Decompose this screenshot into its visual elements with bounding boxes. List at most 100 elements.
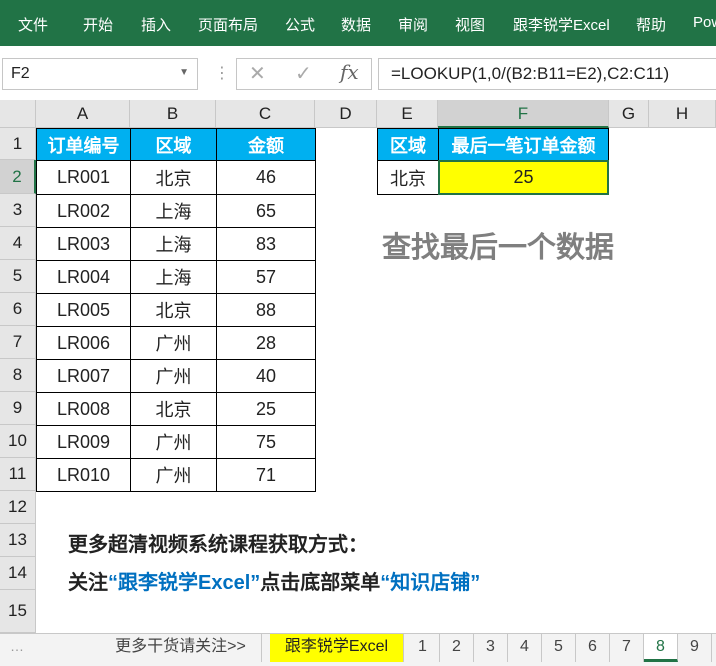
row-header-14[interactable]: 14	[0, 557, 36, 590]
table-header-region[interactable]: 区域	[130, 128, 217, 161]
table-cell[interactable]: 广州	[130, 425, 217, 459]
table-cell[interactable]: 北京	[130, 160, 217, 195]
column-header-h[interactable]: H	[649, 100, 716, 128]
table-cell[interactable]: LR005	[36, 293, 131, 327]
table-cell[interactable]: 北京	[130, 293, 217, 327]
row-header-5[interactable]: 5	[0, 260, 36, 293]
row-header-9[interactable]: 9	[0, 392, 36, 425]
table-cell[interactable]: LR009	[36, 425, 131, 459]
ribbon-tab-view[interactable]: 视图	[455, 14, 485, 35]
lookup-result-cell[interactable]: 25	[438, 160, 609, 195]
sheet-tab-8[interactable]: 8	[644, 634, 678, 662]
table-cell[interactable]: 88	[216, 293, 316, 327]
sheet-tab-4[interactable]: 4	[508, 634, 542, 662]
column-header-b[interactable]: B	[130, 100, 216, 128]
ribbon-tab-power[interactable]: Pow	[693, 14, 716, 31]
row-header-13[interactable]: 13	[0, 524, 36, 557]
table-header-amount[interactable]: 金额	[216, 128, 316, 161]
ribbon-tab-file[interactable]: 文件	[18, 14, 48, 35]
ribbon-tab-bar: 文件 开始 插入 页面布局 公式 数据 审阅 视图 跟李锐学Excel 帮助 P…	[0, 0, 716, 46]
sheet-tab-1[interactable]: 1	[406, 634, 440, 662]
sheet-tab-brand[interactable]: 跟李锐学Excel	[270, 634, 404, 662]
promo-line-1: 更多超清视频系统课程获取方式：	[68, 534, 368, 556]
column-header-e[interactable]: E	[377, 100, 438, 128]
row-header-7[interactable]: 7	[0, 326, 36, 359]
ribbon-tab-help[interactable]: 帮助	[636, 14, 666, 35]
ribbon-tab-brand[interactable]: 跟李锐学Excel	[513, 14, 610, 35]
table-cell[interactable]: 28	[216, 326, 316, 360]
table-cell[interactable]: 71	[216, 458, 316, 492]
table-cell[interactable]: 广州	[130, 326, 217, 360]
lookup-header-region[interactable]: 区域	[377, 128, 439, 161]
table-cell[interactable]: 65	[216, 194, 316, 228]
ribbon-tab-insert[interactable]: 插入	[141, 14, 171, 35]
select-all-corner[interactable]	[0, 100, 36, 128]
lookup-header-result[interactable]: 最后一笔订单金额	[438, 128, 609, 161]
row-header-15[interactable]: 15	[0, 590, 36, 633]
column-header-a[interactable]: A	[36, 100, 130, 128]
table-cell[interactable]: LR008	[36, 392, 131, 426]
table-cell[interactable]: 25	[216, 392, 316, 426]
table-cell[interactable]: 上海	[130, 260, 217, 294]
table-cell[interactable]: 北京	[130, 392, 217, 426]
ribbon-tab-data[interactable]: 数据	[341, 14, 371, 35]
table-cell[interactable]: 40	[216, 359, 316, 393]
table-cell[interactable]: 83	[216, 227, 316, 261]
table-cell[interactable]: LR006	[36, 326, 131, 360]
column-header-f[interactable]: F	[438, 100, 609, 128]
table-cell[interactable]: 广州	[130, 359, 217, 393]
sheet-tab-7[interactable]: 7	[610, 634, 644, 662]
ribbon-tab-formulas[interactable]: 公式	[285, 14, 315, 35]
table-cell[interactable]: 上海	[130, 227, 217, 261]
formula-input[interactable]: =LOOKUP(1,0/(B2:B11=E2),C2:C11)	[378, 58, 716, 90]
row-header-3[interactable]: 3	[0, 194, 36, 227]
ellipsis-icon[interactable]: …	[10, 638, 24, 654]
row-header-1[interactable]: 1	[0, 128, 36, 160]
drag-handle-icon[interactable]: ⋮	[214, 63, 230, 83]
table-cell[interactable]: 46	[216, 160, 316, 195]
promo-follow: 关注	[68, 572, 108, 594]
sheet-tab-bar: … 更多干货请关注>> 跟李锐学Excel 1 2 3 4 5 6 7 8 9	[0, 633, 716, 666]
sheet-tab-9[interactable]: 9	[678, 634, 712, 662]
table-cell[interactable]: 上海	[130, 194, 217, 228]
table-cell[interactable]: LR002	[36, 194, 131, 228]
promo-shop: “知识店铺”	[380, 572, 481, 594]
ribbon-tab-page-layout[interactable]: 页面布局	[198, 14, 258, 35]
sheet-tab-more[interactable]: 更多干货请关注>>	[100, 634, 262, 662]
column-header-g[interactable]: G	[609, 100, 649, 128]
table-cell[interactable]: 57	[216, 260, 316, 294]
table-cell[interactable]: 广州	[130, 458, 217, 492]
insert-function-icon[interactable]: fx	[340, 60, 359, 84]
sheet-tab-2[interactable]: 2	[440, 634, 474, 662]
row-header-2[interactable]: 2	[0, 160, 36, 194]
table-header-order-id[interactable]: 订单编号	[36, 128, 131, 161]
lookup-region-cell[interactable]: 北京	[377, 160, 439, 195]
row-header-12[interactable]: 12	[0, 491, 36, 524]
column-header-c[interactable]: C	[216, 100, 315, 128]
promo-brand: “跟李锐学Excel”	[108, 572, 261, 594]
table-cell[interactable]: LR007	[36, 359, 131, 393]
row-header-6[interactable]: 6	[0, 293, 36, 326]
table-cell[interactable]: LR001	[36, 160, 131, 195]
table-cell[interactable]: LR003	[36, 227, 131, 261]
name-box-value: F2	[11, 65, 30, 82]
row-header-10[interactable]: 10	[0, 425, 36, 458]
row-header-8[interactable]: 8	[0, 359, 36, 392]
formula-text: =LOOKUP(1,0/(B2:B11=E2),C2:C11)	[391, 64, 670, 83]
name-box[interactable]: F2 ▼	[2, 58, 198, 90]
check-icon[interactable]: ✓	[295, 61, 312, 86]
table-cell[interactable]: LR010	[36, 458, 131, 492]
column-header-d[interactable]: D	[315, 100, 377, 128]
table-cell[interactable]: LR004	[36, 260, 131, 294]
ribbon-tab-review[interactable]: 审阅	[398, 14, 428, 35]
row-header-11[interactable]: 11	[0, 458, 36, 491]
sheet-tab-5[interactable]: 5	[542, 634, 576, 662]
row-header-4[interactable]: 4	[0, 227, 36, 260]
table-cell[interactable]: 75	[216, 425, 316, 459]
sheet-title: 查找最后一个数据	[382, 232, 615, 264]
chevron-down-icon[interactable]: ▼	[179, 67, 189, 78]
cancel-icon[interactable]: ✕	[249, 61, 266, 86]
sheet-tab-3[interactable]: 3	[474, 634, 508, 662]
sheet-tab-6[interactable]: 6	[576, 634, 610, 662]
ribbon-tab-home[interactable]: 开始	[83, 14, 113, 35]
